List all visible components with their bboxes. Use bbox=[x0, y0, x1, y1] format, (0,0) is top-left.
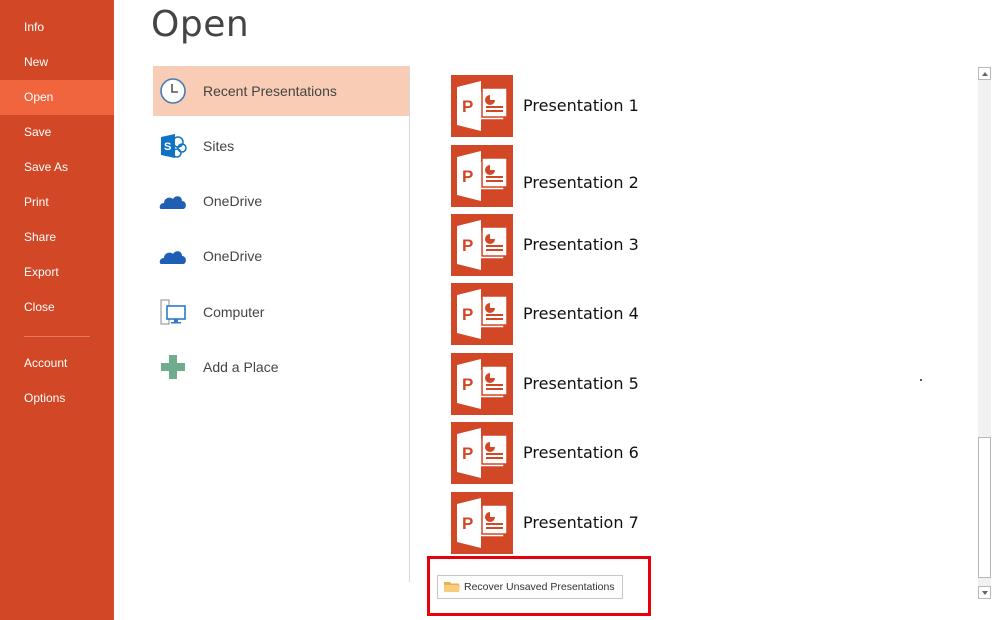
recent-item-name: Presentation 2 bbox=[523, 173, 639, 192]
onedrive-cloud-icon bbox=[159, 251, 186, 264]
place-add-a-place[interactable]: Add a Place bbox=[153, 342, 409, 392]
place-label: Add a Place bbox=[203, 359, 279, 375]
sidebar-divider bbox=[24, 336, 90, 337]
page-title: Open bbox=[151, 4, 250, 45]
place-label: OneDrive bbox=[203, 193, 263, 209]
clock-icon bbox=[160, 78, 186, 104]
svg-text:S: S bbox=[164, 141, 171, 153]
vertical-scrollbar[interactable] bbox=[978, 67, 991, 599]
powerpoint-file-icon: P bbox=[451, 214, 513, 276]
backstage-sidebar: Info New Open Save Save As Print Share E… bbox=[0, 0, 114, 620]
arrow-down-icon bbox=[982, 591, 988, 595]
place-sites[interactable]: S Sites bbox=[153, 121, 409, 171]
powerpoint-file-icon: P bbox=[451, 283, 513, 345]
place-onedrive-2[interactable]: OneDrive bbox=[153, 231, 409, 281]
recent-item-name: Presentation 1 bbox=[523, 96, 639, 115]
recent-item-name: Presentation 6 bbox=[523, 443, 639, 462]
arrow-up-icon bbox=[982, 72, 988, 76]
recover-button-label: Recover Unsaved Presentations bbox=[464, 581, 615, 593]
svg-text:P: P bbox=[462, 514, 473, 533]
sidebar-item-export[interactable]: Export bbox=[0, 255, 114, 290]
svg-text:P: P bbox=[462, 444, 473, 463]
sidebar-item-account[interactable]: Account bbox=[0, 346, 114, 381]
sidebar-item-new[interactable]: New bbox=[0, 45, 114, 80]
plus-icon bbox=[161, 355, 185, 379]
scroll-up-button[interactable] bbox=[978, 67, 991, 80]
sharepoint-icon: S bbox=[161, 134, 187, 158]
powerpoint-file-icon: P bbox=[451, 492, 513, 554]
recent-item[interactable]: P Presentation 5 bbox=[451, 353, 751, 415]
svg-text:P: P bbox=[462, 375, 473, 394]
place-label: OneDrive bbox=[203, 248, 263, 264]
place-label: Recent Presentations bbox=[203, 83, 337, 99]
svg-text:P: P bbox=[462, 236, 473, 255]
recent-item[interactable]: P Presentation 2 bbox=[451, 145, 751, 207]
places-list: Recent Presentations S Sites OneDrive On… bbox=[153, 66, 410, 582]
recent-item-name: Presentation 7 bbox=[523, 513, 639, 532]
recent-item[interactable]: P Presentation 3 bbox=[451, 214, 751, 276]
sidebar-item-save-as[interactable]: Save As bbox=[0, 150, 114, 185]
recent-item-name: Presentation 5 bbox=[523, 374, 639, 393]
powerpoint-file-icon: P bbox=[451, 75, 513, 137]
place-label: Sites bbox=[203, 138, 235, 154]
computer-icon bbox=[160, 299, 186, 325]
sidebar-item-info[interactable]: Info bbox=[0, 10, 114, 45]
powerpoint-file-icon: P bbox=[451, 145, 513, 207]
sidebar-item-close[interactable]: Close bbox=[0, 290, 114, 325]
recent-item[interactable]: P Presentation 6 bbox=[451, 422, 751, 484]
svg-text:P: P bbox=[462, 97, 473, 116]
svg-text:P: P bbox=[462, 305, 473, 324]
recover-unsaved-presentations-button[interactable]: Recover Unsaved Presentations bbox=[437, 575, 623, 599]
place-onedrive-1[interactable]: OneDrive bbox=[153, 176, 409, 226]
sidebar-item-options[interactable]: Options bbox=[0, 381, 114, 416]
onedrive-cloud-icon bbox=[159, 196, 186, 209]
recent-item[interactable]: P Presentation 1 bbox=[451, 75, 751, 137]
recent-item-name: Presentation 4 bbox=[523, 304, 639, 323]
scrollbar-thumb[interactable] bbox=[978, 437, 991, 578]
sidebar-item-save[interactable]: Save bbox=[0, 115, 114, 150]
sidebar-item-open[interactable]: Open bbox=[0, 80, 114, 115]
place-label: Computer bbox=[203, 304, 265, 320]
recent-item[interactable]: P Presentation 4 bbox=[451, 283, 751, 345]
place-recent-presentations[interactable]: Recent Presentations bbox=[153, 66, 409, 116]
stray-dot bbox=[920, 379, 922, 381]
svg-text:P: P bbox=[462, 167, 473, 186]
folder-icon bbox=[444, 582, 460, 592]
sidebar-item-print[interactable]: Print bbox=[0, 185, 114, 220]
powerpoint-file-icon: P bbox=[451, 422, 513, 484]
scroll-down-button[interactable] bbox=[978, 586, 991, 599]
place-computer[interactable]: Computer bbox=[153, 287, 409, 337]
powerpoint-file-icon: P bbox=[451, 353, 513, 415]
recent-item[interactable]: P Presentation 7 bbox=[451, 492, 751, 554]
recent-item-name: Presentation 3 bbox=[523, 235, 639, 254]
sidebar-item-share[interactable]: Share bbox=[0, 220, 114, 255]
